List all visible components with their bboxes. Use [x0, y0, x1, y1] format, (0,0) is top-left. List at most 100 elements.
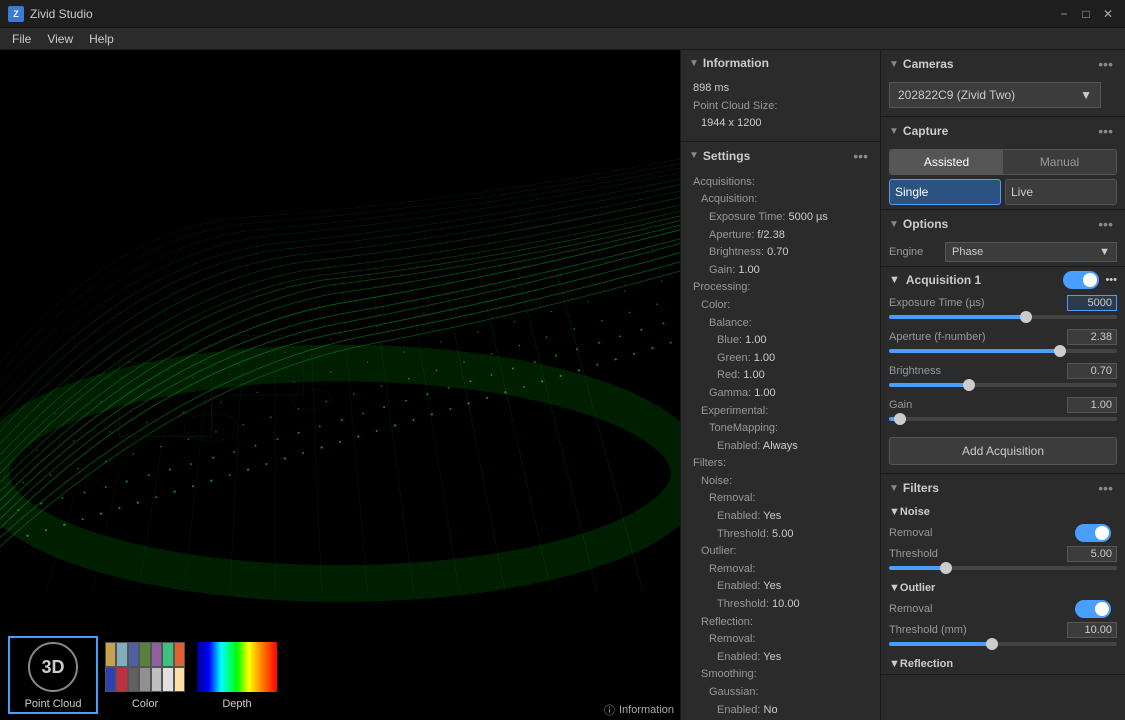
outlier-threshold-thumb[interactable] — [986, 638, 998, 650]
menu-help[interactable]: Help — [81, 28, 122, 50]
info-section-title: Information — [703, 56, 872, 70]
noise-threshold-label-row: Threshold 5.00 — [889, 546, 1117, 562]
engine-value: Phase — [952, 246, 983, 258]
camera-select[interactable]: 202822C9 (Zivid Two) ▼ — [889, 82, 1101, 108]
options-content: Engine Phase ▼ — [881, 238, 1125, 266]
options-header[interactable]: ▼ Options ••• — [881, 210, 1125, 238]
cameras-more-btn[interactable]: ••• — [1094, 56, 1117, 72]
outlier-removal-toggle[interactable] — [1075, 600, 1111, 618]
options-title: Options — [903, 217, 1094, 231]
noise-chevron: ▼ — [889, 506, 900, 518]
acquisition-more-btn[interactable]: ••• — [1105, 274, 1117, 286]
capture-content: Assisted Manual Single Live — [881, 149, 1125, 205]
outlier-threshold-value[interactable]: 10.00 — [1067, 622, 1117, 638]
brightness-label-row: Brightness 0.70 — [889, 363, 1117, 379]
noise-removal-toggle[interactable] — [1075, 524, 1111, 542]
acquisition-title: Acquisition 1 — [906, 273, 1064, 287]
filters-more-btn[interactable]: ••• — [1094, 480, 1117, 496]
options-more-btn[interactable]: ••• — [1094, 216, 1117, 232]
maximize-button[interactable]: □ — [1077, 5, 1095, 23]
cameras-chevron: ▼ — [889, 59, 899, 70]
app-icon: Z — [8, 6, 24, 22]
outlier-title: Outlier — [900, 582, 1117, 594]
engine-label: Engine — [889, 246, 939, 258]
settings-section-title: Settings — [703, 149, 849, 163]
settings-more-btn[interactable]: ••• — [849, 148, 872, 164]
reflection-sub-header[interactable]: ▼ Reflection — [881, 654, 1125, 674]
capture-header[interactable]: ▼ Capture ••• — [881, 117, 1125, 145]
noise-threshold-value[interactable]: 5.00 — [1067, 546, 1117, 562]
info-section-header[interactable]: ▼ Information — [681, 50, 880, 76]
window-controls: − □ ✕ — [1055, 5, 1117, 23]
app-title: Zivid Studio — [30, 7, 1055, 21]
engine-dropdown-icon: ▼ — [1099, 246, 1110, 258]
exposure-time-thumb[interactable] — [1020, 311, 1032, 323]
options-chevron: ▼ — [889, 219, 899, 230]
cameras-section: ▼ Cameras ••• 202822C9 (Zivid Two) ▼ — [881, 50, 1125, 117]
aperture-slider[interactable] — [889, 349, 1117, 353]
menu-bar: File View Help — [0, 28, 1125, 50]
live-capture-btn[interactable]: Live — [1005, 179, 1117, 205]
gain-value[interactable]: 1.00 — [1067, 397, 1117, 413]
settings-section-header[interactable]: ▼ Settings ••• — [681, 142, 880, 170]
minimize-button[interactable]: − — [1055, 5, 1073, 23]
viewport: 3D Point Cloud Color Depth — [0, 50, 680, 720]
single-capture-btn[interactable]: Single — [889, 179, 1001, 205]
aperture-row: Aperture (f-number) 2.38 — [881, 327, 1125, 361]
settings-content: Acquisitions: Acquisition: Exposure Time… — [681, 170, 880, 720]
brightness-slider[interactable] — [889, 383, 1117, 387]
add-acquisition-btn[interactable]: Add Acquisition — [889, 437, 1117, 465]
exposure-time-label: Exposure Time (µs) — [889, 297, 985, 309]
thumbnail-depth[interactable]: Depth — [192, 636, 282, 714]
brightness-value[interactable]: 0.70 — [1067, 363, 1117, 379]
settings-panel: ▼ Information 898 ms Point Cloud Size: 1… — [680, 50, 880, 720]
info-status-bar[interactable]: ⓘ Information — [598, 700, 680, 720]
noise-threshold-thumb[interactable] — [940, 562, 952, 574]
title-bar: Z Zivid Studio − □ ✕ — [0, 0, 1125, 28]
outlier-chevron: ▼ — [889, 582, 900, 594]
menu-file[interactable]: File — [4, 28, 39, 50]
brightness-thumb[interactable] — [963, 379, 975, 391]
capture-action-group: Single Live — [889, 179, 1117, 205]
outlier-threshold-slider[interactable] — [889, 642, 1117, 646]
filters-header[interactable]: ▼ Filters ••• — [881, 474, 1125, 502]
exposure-time-slider[interactable] — [889, 315, 1117, 319]
options-section: ▼ Options ••• Engine Phase ▼ — [881, 210, 1125, 267]
camera-dropdown-icon: ▼ — [1080, 88, 1092, 102]
noise-threshold-slider[interactable] — [889, 566, 1117, 570]
menu-view[interactable]: View — [39, 28, 81, 50]
info-status-label: Information — [619, 704, 674, 716]
gain-thumb[interactable] — [894, 413, 906, 425]
acquisition-toggle[interactable] — [1063, 271, 1099, 289]
brightness-fill — [889, 383, 969, 387]
settings-section: ▼ Settings ••• Acquisitions: Acquisition… — [681, 142, 880, 720]
settings-chevron: ▼ — [689, 150, 699, 161]
thumbnail-point-cloud[interactable]: 3D Point Cloud — [8, 636, 98, 714]
outlier-threshold-fill — [889, 642, 992, 646]
close-button[interactable]: ✕ — [1099, 5, 1117, 23]
gain-slider[interactable] — [889, 417, 1117, 421]
capture-more-btn[interactable]: ••• — [1094, 123, 1117, 139]
aperture-value[interactable]: 2.38 — [1067, 329, 1117, 345]
color-checker-img — [105, 642, 185, 692]
exposure-time-value[interactable]: 5000 — [1067, 295, 1117, 311]
acquisition-chevron[interactable]: ▼ — [889, 274, 900, 286]
thumbnail-color[interactable]: Color — [100, 636, 190, 714]
outlier-removal-row: Removal — [881, 598, 1125, 620]
capture-chevron: ▼ — [889, 126, 899, 137]
aperture-thumb[interactable] — [1054, 345, 1066, 357]
info-section-content: 898 ms Point Cloud Size: 1944 x 1200 — [681, 76, 880, 141]
thumbnail-color-label: Color — [102, 696, 188, 712]
cameras-header[interactable]: ▼ Cameras ••• — [881, 50, 1125, 78]
brightness-row: Brightness 0.70 — [881, 361, 1125, 395]
noise-removal-label: Removal — [889, 527, 932, 539]
assisted-mode-btn[interactable]: Assisted — [890, 150, 1003, 174]
manual-mode-btn[interactable]: Manual — [1003, 150, 1116, 174]
settings-tree: Acquisitions: Acquisition: Exposure Time… — [689, 174, 872, 720]
outlier-removal-label: Removal — [889, 603, 932, 615]
info-section: ▼ Information 898 ms Point Cloud Size: 1… — [681, 50, 880, 142]
thumbnail-depth-label: Depth — [194, 696, 280, 712]
engine-select[interactable]: Phase ▼ — [945, 242, 1117, 262]
thumbnail-point-cloud-label: Point Cloud — [10, 696, 96, 712]
point-cloud-canvas[interactable] — [0, 50, 680, 630]
